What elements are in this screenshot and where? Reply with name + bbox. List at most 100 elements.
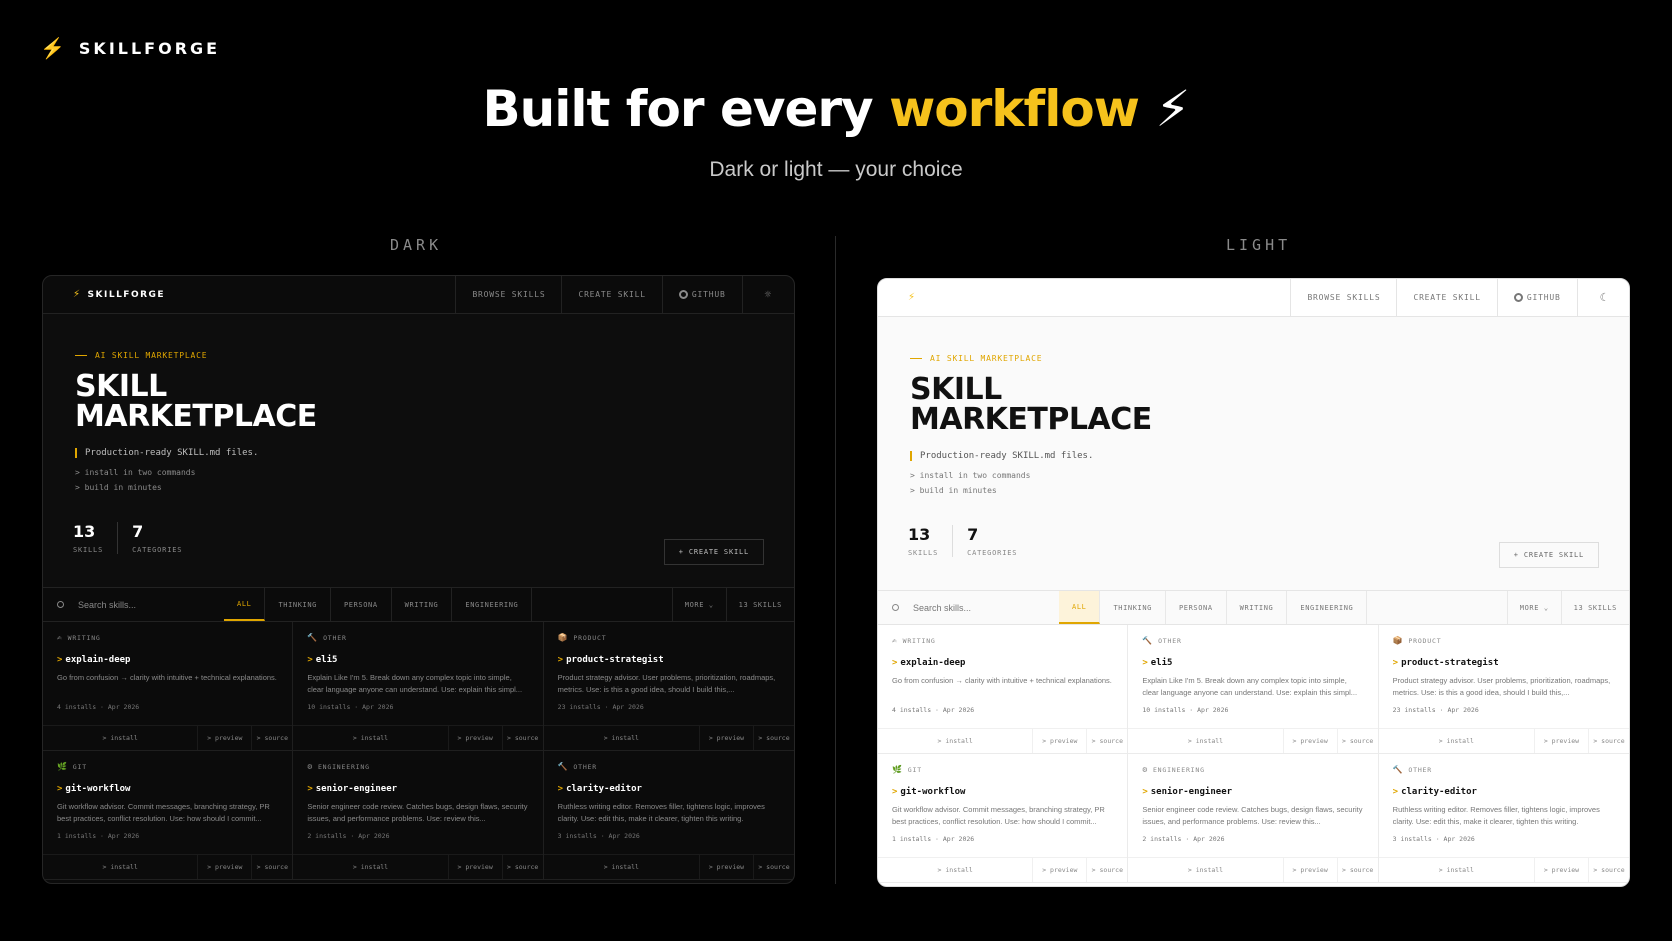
install-button[interactable]: > install — [1128, 729, 1284, 753]
skill-card[interactable]: 📦 PRODUCT > product-strategist Product st… — [1378, 625, 1629, 754]
nav-create-skill[interactable]: CREATE SKILL — [561, 276, 661, 313]
source-button[interactable]: > source — [1589, 858, 1629, 882]
install-button[interactable]: > install — [878, 729, 1034, 753]
install-button[interactable]: > install — [544, 726, 700, 750]
preview-button[interactable]: > preview — [198, 855, 253, 879]
card-category: ⚙ ENGINEERING — [1142, 765, 1363, 774]
skill-card[interactable]: ✍ WRITING > explain-deep Go from confusio… — [43, 622, 294, 751]
create-skill-button[interactable]: + CREATE SKILL — [663, 539, 764, 565]
card-title[interactable]: > git-workflow — [892, 787, 1113, 797]
preview-button[interactable]: > preview — [700, 726, 754, 750]
dark-theme-preview: ⚡ SKILLFORGE BROWSE SKILLS CREATE SKILL … — [42, 275, 795, 884]
tab-persona[interactable]: PERSONA — [331, 588, 392, 621]
card-title[interactable]: > senior-engineer — [307, 784, 528, 794]
app-hero: AI SKILL MARKETPLACE SKILL MARKETPLACE P… — [43, 314, 794, 588]
tab-all[interactable]: ALL — [1059, 591, 1101, 624]
source-button[interactable]: > source — [1589, 729, 1629, 753]
source-button[interactable]: > source — [252, 726, 292, 750]
preview-button[interactable]: > preview — [1535, 858, 1589, 882]
light-theme-preview: ⚡ SKILLFORGE BROWSE SKILLS CREATE SKILL … — [877, 278, 1630, 887]
app-logo[interactable]: ⚡ SKILLFORGE — [878, 292, 1290, 303]
nav-github[interactable]: GITHUB — [661, 276, 742, 313]
source-button[interactable]: > source — [1087, 858, 1127, 882]
install-button[interactable]: > install — [43, 726, 199, 750]
preview-button[interactable]: > preview — [1284, 858, 1338, 882]
install-button[interactable]: > install — [544, 855, 700, 879]
tab-all[interactable]: ALL — [224, 588, 266, 621]
bolt-icon: ⚡ — [908, 292, 917, 303]
card-title[interactable]: > eli5 — [1142, 658, 1363, 668]
card-title[interactable]: > git-workflow — [57, 784, 278, 794]
skill-card[interactable]: 🔨 OTHER > eli5 Explain Like I'm 5. Break … — [1128, 625, 1379, 754]
skill-card[interactable]: 🔨 OTHER > clarity-editor Ruthless writing… — [543, 751, 794, 880]
preview-button[interactable]: > preview — [1284, 729, 1338, 753]
card-title[interactable]: > clarity-editor — [1393, 787, 1615, 797]
more-dropdown[interactable]: MORE ⌄ — [671, 588, 727, 621]
install-button[interactable]: > install — [878, 858, 1034, 882]
more-dropdown[interactable]: MORE ⌄ — [1506, 591, 1562, 624]
tab-writing[interactable]: WRITING — [392, 588, 453, 621]
card-description: Git workflow advisor. Commit messages, b… — [57, 802, 270, 823]
tab-thinking[interactable]: THINKING — [1100, 591, 1166, 624]
source-button[interactable]: > source — [754, 726, 794, 750]
preview-button[interactable]: > preview — [700, 855, 754, 879]
nav-create-skill[interactable]: CREATE SKILL — [1396, 279, 1496, 316]
preview-button[interactable]: > preview — [1033, 858, 1088, 882]
card-title[interactable]: > clarity-editor — [558, 784, 780, 794]
category-icon: 🔨 — [307, 633, 319, 642]
source-button[interactable]: > source — [1338, 858, 1378, 882]
card-description: Product strategy advisor. User problems,… — [557, 673, 776, 694]
tab-writing[interactable]: WRITING — [1227, 591, 1288, 624]
card-category: 🌿 GIT — [57, 762, 278, 771]
skill-card[interactable]: 🔨 OTHER > clarity-editor Ruthless writing… — [1378, 754, 1629, 883]
skill-card[interactable]: 🌿 GIT > git-workflow Git workflow advisor… — [43, 751, 294, 880]
card-title[interactable]: > eli5 — [307, 655, 528, 665]
skill-card[interactable]: ✍ WRITING > explain-deep Go from confusio… — [878, 625, 1129, 754]
theme-toggle[interactable]: ☼ — [741, 276, 794, 313]
search-input[interactable]: Search skills... — [43, 588, 224, 621]
source-button[interactable]: > source — [503, 855, 543, 879]
preview-button[interactable]: > preview — [1535, 729, 1589, 753]
install-button[interactable]: > install — [1379, 858, 1535, 882]
tab-engineering[interactable]: ENGINEERING — [1287, 591, 1368, 624]
filter-bar: Search skills... ALL THINKING PERSONA WR… — [878, 591, 1629, 625]
install-button[interactable]: > install — [1128, 858, 1284, 882]
source-button[interactable]: > source — [754, 855, 794, 879]
skill-card[interactable]: ⚙ ENGINEERING > senior-engineer Senior en… — [1128, 754, 1379, 883]
nav-browse-skills[interactable]: BROWSE SKILLS — [455, 276, 561, 313]
install-button[interactable]: > install — [1379, 729, 1535, 753]
install-button[interactable]: > install — [293, 855, 449, 879]
category-label: OTHER — [1158, 636, 1182, 645]
skill-card[interactable]: 🔨 OTHER > eli5 Explain Like I'm 5. Break … — [293, 622, 544, 751]
source-button[interactable]: > source — [1087, 729, 1127, 753]
skill-card[interactable]: 📦 PRODUCT > product-strategist Product st… — [543, 622, 794, 751]
preview-button[interactable]: > preview — [1033, 729, 1088, 753]
tab-thinking[interactable]: THINKING — [265, 588, 331, 621]
eyebrow-text: AI SKILL MARKETPLACE — [930, 354, 1043, 363]
card-title[interactable]: > explain-deep — [57, 655, 278, 665]
card-title[interactable]: > explain-deep — [892, 658, 1113, 668]
skill-card[interactable]: ⚙ ENGINEERING > senior-engineer Senior en… — [293, 751, 544, 880]
preview-button[interactable]: > preview — [449, 855, 503, 879]
card-title[interactable]: > product-strategist — [1393, 658, 1615, 668]
skill-card[interactable]: 🌿 GIT > git-workflow Git workflow advisor… — [878, 754, 1129, 883]
nav-github[interactable]: GITHUB — [1496, 279, 1577, 316]
preview-button[interactable]: > preview — [198, 726, 253, 750]
source-button[interactable]: > source — [1338, 729, 1378, 753]
nav-browse-skills[interactable]: BROWSE SKILLS — [1290, 279, 1396, 316]
stats: 13 SKILLS 7 CATEGORIES — [73, 522, 210, 554]
install-button[interactable]: > install — [293, 726, 449, 750]
card-title[interactable]: > product-strategist — [558, 655, 780, 665]
category-icon: 🔨 — [1392, 765, 1404, 774]
source-button[interactable]: > source — [503, 726, 543, 750]
preview-button[interactable]: > preview — [449, 726, 503, 750]
tab-engineering[interactable]: ENGINEERING — [452, 588, 533, 621]
theme-toggle[interactable]: ☾ — [1576, 279, 1629, 316]
search-input[interactable]: Search skills... — [878, 591, 1059, 624]
create-skill-button[interactable]: + CREATE SKILL — [1498, 542, 1599, 568]
tab-persona[interactable]: PERSONA — [1166, 591, 1227, 624]
install-button[interactable]: > install — [43, 855, 199, 879]
app-logo[interactable]: ⚡ SKILLFORGE — [43, 289, 455, 300]
source-button[interactable]: > source — [252, 855, 292, 879]
card-title[interactable]: > senior-engineer — [1142, 787, 1363, 797]
